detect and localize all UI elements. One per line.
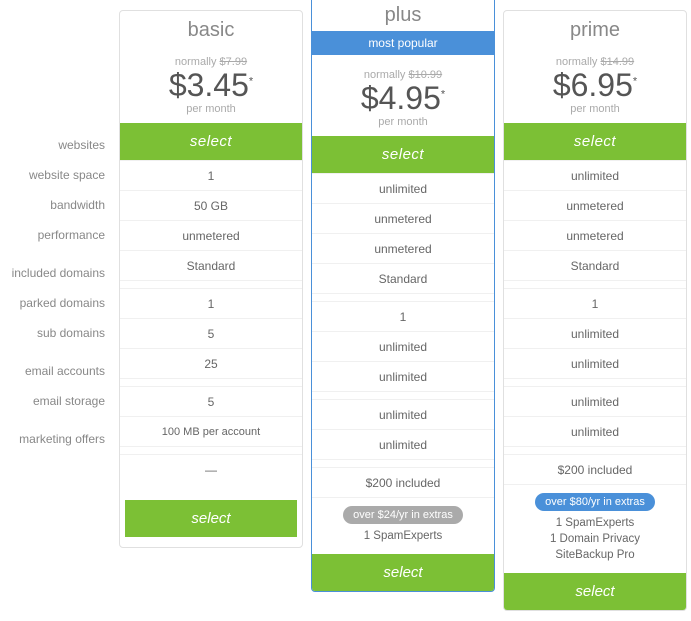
- plan-prime-performance: Standard: [504, 250, 686, 280]
- plan-plus-per-month: per month: [317, 116, 489, 128]
- plan-prime-websites: unlimited: [504, 160, 686, 190]
- plan-prime-email-accounts: unlimited: [504, 386, 686, 416]
- labels-column: websites website space bandwidth perform…: [0, 130, 115, 454]
- plan-basic-parked-domains: 5: [120, 318, 302, 348]
- plan-prime-included-domains: 1: [504, 288, 686, 318]
- plan-plus-extras-badge: over $24/yr in extras: [343, 506, 463, 524]
- label-email-accounts: email accounts: [0, 356, 115, 386]
- plan-plus-select-bottom[interactable]: select: [312, 554, 494, 591]
- plan-prime-asterisk: *: [633, 75, 637, 87]
- plan-prime-pricing: normally $14.99 $6.95* per month: [504, 46, 686, 123]
- plan-prime-parked-domains: unlimited: [504, 318, 686, 348]
- plan-prime-select-bottom[interactable]: select: [504, 573, 686, 610]
- plan-basic-websites: 1: [120, 160, 302, 190]
- plan-plus-price: $4.95* per month: [317, 81, 489, 128]
- plan-plus-name: plus: [312, 0, 494, 31]
- plan-plus-marketing: $200 included: [312, 467, 494, 497]
- plan-prime-extras-area: over $80/yr in extras 1 SpamExperts 1 Do…: [504, 484, 686, 567]
- plan-plus-performance: Standard: [312, 263, 494, 293]
- label-marketing-offers: marketing offers: [0, 424, 115, 454]
- plan-prime-extra-3: SiteBackup Pro: [509, 547, 681, 563]
- label-website-space: website space: [0, 160, 115, 190]
- plan-plus-badge: most popular: [312, 31, 494, 55]
- plan-basic-price: $3.45* per month: [125, 68, 297, 115]
- plan-basic-included-domains: 1: [120, 288, 302, 318]
- plan-plus-asterisk: *: [441, 88, 445, 100]
- plan-prime-name: prime: [504, 11, 686, 46]
- plan-basic-per-month: per month: [125, 103, 297, 115]
- plan-basic-asterisk: *: [249, 75, 253, 87]
- plan-plus-website-space: unmetered: [312, 203, 494, 233]
- plan-basic-pricing: normally $7.99 $3.45* per month: [120, 46, 302, 123]
- plan-prime-sub-domains: unlimited: [504, 348, 686, 378]
- plan-plus-sub-domains: unlimited: [312, 361, 494, 391]
- label-email-storage: email storage: [0, 386, 115, 416]
- plan-prime-bandwidth: unmetered: [504, 220, 686, 250]
- plan-prime-extra-2: 1 Domain Privacy: [509, 531, 681, 547]
- plan-basic-email-accounts: 5: [120, 386, 302, 416]
- plan-prime-extra-1: 1 SpamExperts: [509, 515, 681, 531]
- label-included-domains: included domains: [0, 258, 115, 288]
- plan-prime-select-top[interactable]: select: [504, 123, 686, 160]
- plan-basic-name: basic: [120, 11, 302, 46]
- plan-basic-sub-domains: 25: [120, 348, 302, 378]
- plan-prime-email-storage: unlimited: [504, 416, 686, 446]
- plan-prime-website-space: unmetered: [504, 190, 686, 220]
- plan-plus-extras-area: over $24/yr in extras 1 SpamExperts: [312, 497, 494, 548]
- plan-basic-website-space: 50 GB: [120, 190, 302, 220]
- label-parked-domains: parked domains: [0, 288, 115, 318]
- plan-basic-marketing: —: [120, 454, 302, 484]
- plan-plus-select-top[interactable]: select: [312, 136, 494, 173]
- plan-basic-performance: Standard: [120, 250, 302, 280]
- plan-plus-email-storage: unlimited: [312, 429, 494, 459]
- plan-plus-pricing: normally $10.99 $4.95* per month: [312, 59, 494, 136]
- plan-basic-select-top[interactable]: select: [120, 123, 302, 160]
- plan-plus-websites: unlimited: [312, 173, 494, 203]
- plan-basic: basic normally $7.99 $3.45* per month se…: [119, 10, 303, 548]
- plan-plus-bandwidth: unmetered: [312, 233, 494, 263]
- plan-prime: prime normally $14.99 $6.95* per month s…: [503, 10, 687, 611]
- plan-plus-included-domains: 1: [312, 301, 494, 331]
- plan-basic-bottom-area: select: [120, 484, 302, 547]
- label-websites: websites: [0, 130, 115, 160]
- plan-prime-marketing: $200 included: [504, 454, 686, 484]
- plan-plus-parked-domains: unlimited: [312, 331, 494, 361]
- label-performance: performance: [0, 220, 115, 250]
- pricing-table: websites website space bandwidth perform…: [0, 0, 691, 621]
- label-sub-domains: sub domains: [0, 318, 115, 348]
- plan-prime-extras-badge: over $80/yr in extras: [535, 493, 655, 511]
- plan-basic-select-bottom[interactable]: select: [125, 500, 297, 537]
- plan-plus-email-accounts: unlimited: [312, 399, 494, 429]
- plan-basic-email-storage: 100 MB per account: [120, 416, 302, 446]
- plan-prime-price: $6.95* per month: [509, 68, 681, 115]
- plan-plus: plus most popular normally $10.99 $4.95*…: [311, 0, 495, 592]
- plan-prime-per-month: per month: [509, 103, 681, 115]
- plan-basic-bandwidth: unmetered: [120, 220, 302, 250]
- label-bandwidth: bandwidth: [0, 190, 115, 220]
- plan-plus-extra-1: 1 SpamExperts: [317, 528, 489, 544]
